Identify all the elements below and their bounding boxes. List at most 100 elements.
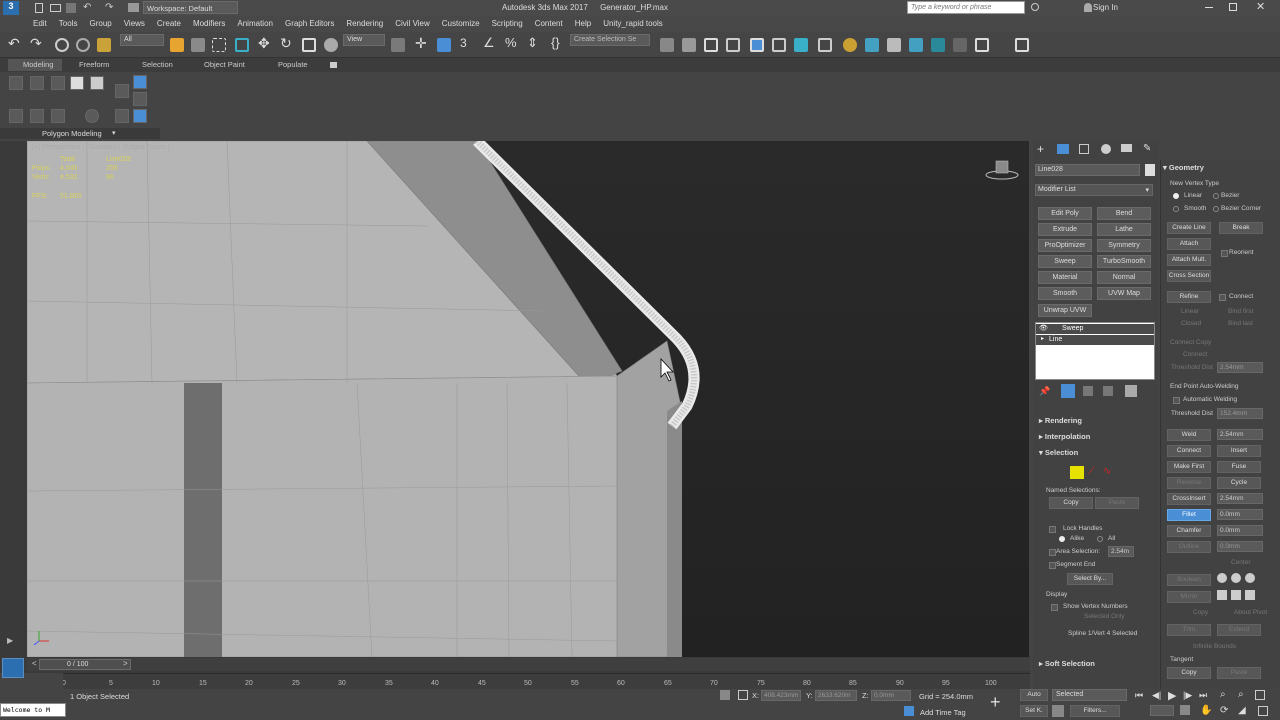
time-slider[interactable]: < 0 / 100 >	[0, 657, 1030, 678]
add-time-tag-label[interactable]: Add Time Tag	[920, 708, 966, 717]
alike-radio[interactable]	[1059, 536, 1065, 542]
modify-mode-icon[interactable]	[9, 76, 23, 90]
configure-modifier-sets-icon[interactable]	[1125, 385, 1137, 397]
select-by-button[interactable]: Select By...	[1067, 573, 1113, 585]
sign-in-link[interactable]: Sign In	[1093, 3, 1118, 12]
rotate-icon[interactable]: ↻	[280, 35, 292, 52]
menu-views[interactable]: Views	[118, 16, 151, 28]
soft-selection-rollout[interactable]: ▸ Soft Selection	[1039, 659, 1095, 668]
threshold-dist-input[interactable]: 2.54mm	[1217, 362, 1263, 373]
select-by-name-icon[interactable]	[191, 38, 205, 52]
linear-radio[interactable]	[1173, 193, 1179, 199]
set-key-icon[interactable]	[1052, 705, 1064, 717]
menu-create[interactable]: Create	[151, 16, 187, 28]
polygon-modeling-dropdown[interactable]: Polygon Modeling ▾	[0, 128, 160, 139]
motion-tab-icon[interactable]	[1101, 144, 1111, 154]
stack-item-sweep[interactable]: 👁 Sweep	[1036, 324, 1154, 334]
polygon-mode-icon[interactable]	[70, 76, 84, 90]
modifier-extrude-button[interactable]: Extrude	[1038, 223, 1092, 236]
make-unique-icon[interactable]	[1083, 386, 1093, 396]
modifier-bend-button[interactable]: Bend	[1097, 207, 1151, 220]
search-input[interactable]: Type a keyword or phrase	[907, 1, 1025, 14]
reverse-button[interactable]: Reverse	[1167, 477, 1211, 489]
zoom-icon[interactable]: ⌕	[1220, 689, 1226, 700]
close-icon[interactable]: ✕	[1256, 0, 1265, 13]
pin-stack-icon[interactable]: 📌	[1039, 386, 1050, 397]
insert-button[interactable]: Insert	[1217, 445, 1261, 457]
trim-button[interactable]: Trim	[1167, 624, 1211, 636]
modify-tab-icon[interactable]	[1057, 144, 1069, 154]
go-to-end-icon[interactable]: ⏭	[1199, 690, 1207, 701]
menu-animation[interactable]: Animation	[231, 16, 279, 28]
mirror-icon[interactable]	[660, 38, 674, 52]
selection-filter-dropdown[interactable]: All	[120, 34, 164, 46]
spline-mode-icon[interactable]: ∿	[1103, 466, 1111, 477]
rendering-rollout[interactable]: ▸ Rendering	[1039, 416, 1082, 425]
previous-frame-icon[interactable]: <	[32, 659, 37, 668]
trackbar-left-tools[interactable]	[27, 673, 63, 689]
grid-layout-icon[interactable]	[1015, 38, 1029, 52]
z-coordinate-input[interactable]: 0.0mm	[871, 690, 911, 701]
x-coordinate-input[interactable]: 408.423mm	[761, 690, 801, 701]
render-cloud-icon[interactable]	[931, 38, 945, 52]
boolean-subtract-icon[interactable]	[1231, 573, 1241, 583]
ribbon-options-icon[interactable]	[330, 62, 337, 68]
crossinsert-input[interactable]: 2.54mm	[1217, 493, 1263, 504]
toggle-ribbon-icon[interactable]	[750, 38, 764, 52]
modifier-smooth-button[interactable]: Smooth	[1038, 287, 1092, 300]
render-iterative-icon[interactable]	[909, 38, 923, 52]
render-production-icon[interactable]	[887, 38, 901, 52]
viewport-label[interactable]: [+] [Perspective ] [Standard ] [Edged Fa…	[32, 144, 170, 151]
save-file-icon[interactable]	[66, 3, 76, 13]
zoom-all-icon[interactable]: ⌕	[1238, 689, 1244, 700]
threshold-dist-2-input[interactable]: 152.4mm	[1217, 408, 1263, 419]
ribbon-tab-freeform[interactable]: Freeform	[79, 60, 109, 69]
modifier-prooptimizer-button[interactable]: ProOptimizer	[1038, 239, 1092, 252]
keyboard-shortcut-override-icon[interactable]	[437, 38, 451, 52]
boolean-intersect-icon[interactable]	[1245, 573, 1255, 583]
utilities-tab-icon[interactable]: ✎	[1143, 143, 1151, 154]
modifier-material-button[interactable]: Material	[1038, 271, 1092, 284]
layer-explorer-icon[interactable]	[726, 38, 740, 52]
perspective-viewport[interactable]: [+] [Perspective ] [Standard ] [Edged Fa…	[27, 141, 1029, 657]
boolean-button[interactable]: Boolean	[1167, 574, 1211, 586]
search-icon[interactable]	[1031, 3, 1039, 11]
mirror-vertical-icon[interactable]	[1231, 590, 1241, 600]
fillet-input[interactable]: 0.0mm	[1217, 509, 1263, 520]
viewport-layout-icon[interactable]: ▶	[7, 636, 13, 645]
ribbon-tool-f-icon[interactable]	[115, 109, 129, 123]
window-crossing-icon[interactable]	[235, 38, 249, 52]
interpolation-rollout[interactable]: ▸ Interpolation	[1039, 432, 1090, 441]
connect-button[interactable]: Connect	[1167, 445, 1211, 457]
workspace-dropdown[interactable]: Workspace: Default	[143, 1, 238, 14]
menu-unity-rapid-tools[interactable]: Unity_rapid tools	[597, 16, 669, 28]
render-setup-icon[interactable]	[843, 38, 857, 52]
remove-modifier-icon[interactable]	[1103, 386, 1113, 396]
cycle-button[interactable]: Cycle	[1217, 477, 1261, 489]
geometry-rollout[interactable]: ▾ Geometry	[1163, 163, 1204, 172]
percent-snap-icon[interactable]: %	[505, 35, 517, 50]
menu-content[interactable]: Content	[529, 16, 569, 28]
angle-snap-icon[interactable]: ∠	[483, 35, 495, 51]
unlink-icon[interactable]	[76, 38, 90, 52]
vertex-mode-icon[interactable]	[1070, 466, 1084, 479]
fillet-button[interactable]: Fillet	[1167, 509, 1211, 521]
segment-end-checkbox[interactable]	[1049, 562, 1056, 569]
scale-icon[interactable]	[302, 38, 316, 52]
bezier-radio[interactable]	[1213, 193, 1219, 199]
ribbon-tool-i-icon[interactable]	[133, 109, 147, 123]
mirror-horizontal-icon[interactable]	[1217, 590, 1227, 600]
next-key-icon[interactable]: |▶	[1183, 690, 1192, 701]
attach-mult-button[interactable]: Attach Mult.	[1167, 254, 1211, 266]
go-to-start-icon[interactable]: ⏮	[1135, 690, 1143, 701]
reference-coordinate-dropdown[interactable]: View	[343, 34, 385, 46]
create-tab-icon[interactable]: +	[1037, 142, 1044, 156]
smooth-radio[interactable]	[1173, 206, 1179, 212]
named-paste-button[interactable]: Paste	[1095, 497, 1139, 509]
menu-group[interactable]: Group	[83, 16, 117, 28]
y-coordinate-input[interactable]: 2633.620m	[815, 690, 857, 701]
reorient-checkbox[interactable]	[1221, 250, 1228, 257]
menu-rendering[interactable]: Rendering	[340, 16, 389, 28]
lock-handles-checkbox[interactable]	[1049, 526, 1056, 533]
ribbon-tab-modeling-label[interactable]: Modeling	[23, 60, 53, 69]
